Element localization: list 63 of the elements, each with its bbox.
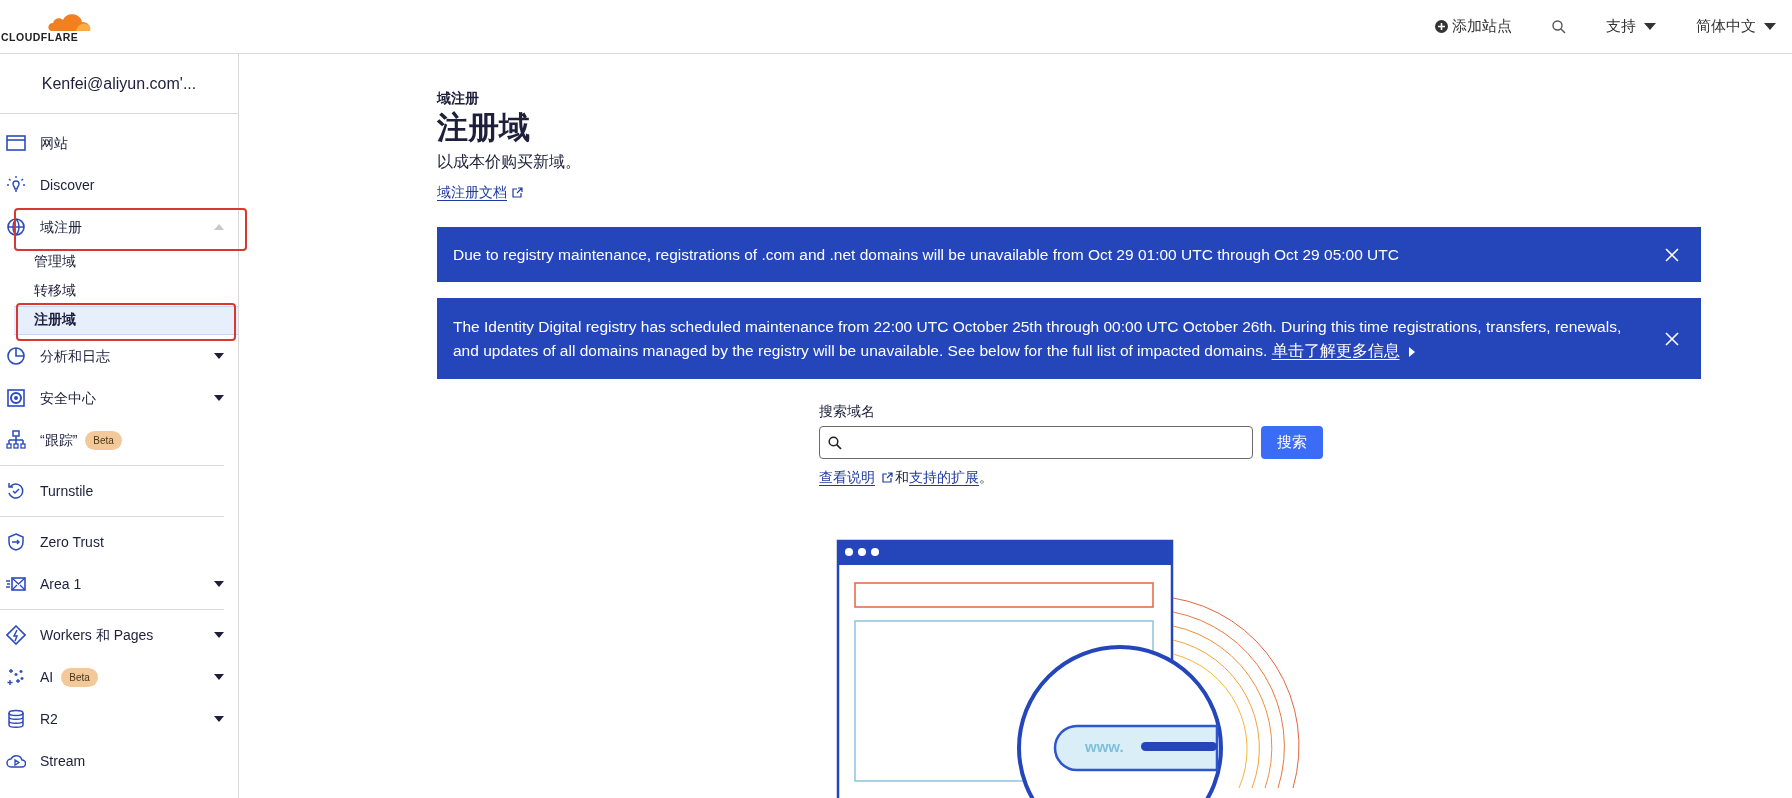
check-circle-icon [6, 481, 26, 501]
database-icon [6, 709, 26, 729]
beta-badge: Beta [85, 430, 122, 450]
close-icon [1665, 331, 1679, 346]
search-icon [828, 435, 842, 450]
close-button[interactable] [1665, 331, 1679, 346]
sidebar-item[interactable]: Zero Trust [0, 521, 238, 563]
sidebar-item[interactable]: 安全中心 [0, 377, 238, 419]
supported-extensions-link[interactable]: 支持的扩展 [909, 467, 979, 489]
logo-text[interactable]: CLOUDFLARE [1, 32, 79, 43]
sidebar-item[interactable]: 域注册 [0, 206, 238, 248]
sidebar-item[interactable]: AI Beta [0, 656, 238, 698]
search-label: 搜索域名 [819, 402, 876, 422]
browser-window-icon [6, 133, 26, 153]
add-site-button[interactable]: 添加站点 [1435, 15, 1512, 38]
sidebar-item[interactable]: Workers 和 Pages [0, 614, 238, 656]
help-text: 和 [895, 468, 909, 488]
sidebar-subitem[interactable]: 注册域 [14, 306, 238, 335]
shield-target-icon [6, 388, 26, 408]
lightbulb-icon [6, 175, 26, 195]
diamond-bolt-icon [6, 625, 26, 645]
caret-icon [1764, 23, 1776, 30]
external-link-icon [881, 471, 893, 484]
sidebar-item[interactable]: Turnstile [0, 470, 238, 512]
search-button[interactable]: 搜索 [1261, 426, 1323, 460]
search-icon [1552, 19, 1566, 34]
instructions-link[interactable]: 查看说明 [819, 467, 875, 489]
learn-more-link[interactable]: 单击了解更多信息 [1271, 341, 1400, 359]
page-title: 注册域 [437, 109, 531, 147]
shield-arrow-icon [6, 532, 26, 552]
sidebar-subitem[interactable]: 转移域 [0, 277, 238, 306]
plus-circle-icon [1435, 20, 1448, 33]
alert-message: Due to registry maintenance, registrations of .com and .net domains will be unavailable from Oct 29 01:00 UTC through Oct 29 05:00 UTC [453, 245, 1399, 266]
domain-search-field[interactable] [819, 426, 1253, 460]
breadcrumb-text: 域注册 [437, 89, 480, 108]
sidebar-item[interactable]: “跟踪” Beta [0, 419, 238, 461]
alert-message: The Identity Digital registry has scheduled maintenance from 22:00 UTC October 25th through 00:00 UTC October 26th. During this time registrations, transfers, renewals, and updates of all domains managed by the registry will be unavailable. See below for the full list of impacted domains. 单击了解更多信息 [453, 317, 1623, 361]
envelope-icon [6, 574, 26, 594]
account-name: Kenfei@aliyun.com'... [41, 73, 197, 94]
external-link-icon [511, 186, 523, 199]
docs-link[interactable]: 域注册文档 [437, 182, 507, 204]
help-text: 。 [979, 468, 993, 488]
page-subtitle: 以成本价购买新域。 [437, 152, 582, 173]
close-icon [1665, 247, 1679, 262]
sidebar-subitem[interactable]: 管理域 [0, 248, 238, 277]
globe-icon [6, 217, 26, 237]
caret-icon [1644, 23, 1656, 30]
pie-chart-icon [6, 346, 26, 366]
sidebar-item[interactable]: Discover [0, 164, 238, 206]
dropdown-button[interactable]: 支持 [1606, 15, 1656, 38]
sidebar-item[interactable]: R2 [0, 698, 238, 740]
close-button[interactable] [1665, 247, 1679, 262]
sidebar-item[interactable]: Area 1 [0, 563, 238, 605]
sidebar-item[interactable]: Stream [0, 740, 238, 782]
www-text: www. [1085, 738, 1124, 756]
dropdown-button[interactable]: 简体中文 [1696, 15, 1776, 38]
play-arrow-icon [1407, 346, 1416, 357]
sidebar-item[interactable]: 分析和日志 [0, 335, 238, 377]
sidebar-item[interactable]: 网站 [0, 122, 238, 164]
org-chart-icon [6, 430, 26, 450]
search-button[interactable] [1552, 19, 1566, 34]
beta-badge: Beta [61, 667, 98, 687]
sparkles-icon [6, 667, 26, 687]
